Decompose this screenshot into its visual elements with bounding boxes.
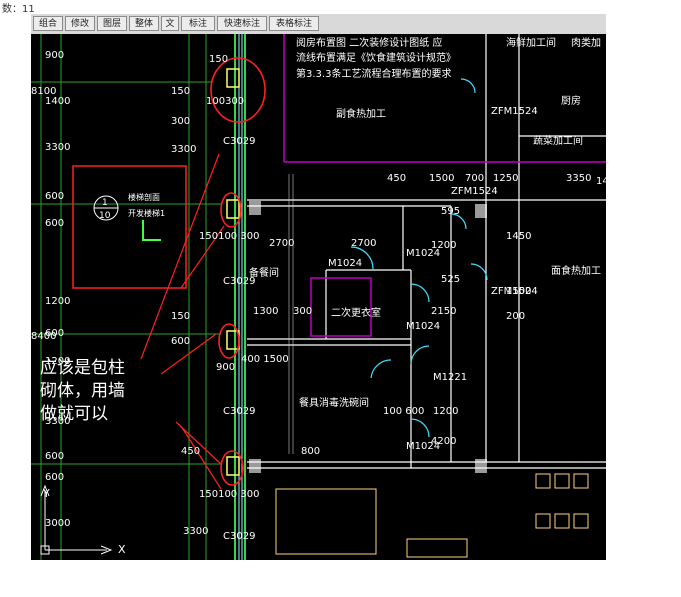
dim-100-600: 100 600 — [383, 406, 424, 417]
left-big-dim-2: 8400 — [31, 331, 56, 342]
toolbar-button-dimension[interactable]: 标注 — [181, 16, 215, 31]
note-line-1: 阅房布置图 二次装修设计图纸 应 — [296, 36, 442, 49]
stair-number-top: 1 — [102, 198, 108, 208]
dim-400-1500: 400 1500 — [241, 354, 289, 365]
cad-drawing: 阅房布置图 二次装修设计图纸 应 流线布置满足《饮食建筑设计规范》 第3.3.3… — [31, 34, 606, 560]
dim-200: 200 — [506, 311, 525, 322]
room-sub-food: 副食热加工 — [336, 107, 386, 120]
toolbar-button-table-dimension[interactable]: 表格标注 — [269, 16, 319, 31]
door-m1024-a: M1024 — [328, 258, 362, 269]
stair-number-bottom: 10 — [99, 211, 111, 221]
note-line-3: 第3.3.3条工艺流程合理布置的要求 — [296, 67, 451, 80]
dim-150-c: 150 — [171, 311, 190, 322]
dim-100300: 100300 — [206, 96, 244, 107]
dim-2700-a: 2700 — [269, 238, 294, 249]
stair-label-1: 楼梯剖面 — [128, 192, 160, 202]
left-big-dim-1: 8100 — [31, 86, 56, 97]
left-dim-12: 3300 — [183, 526, 208, 537]
left-dim-2: 1400 — [45, 96, 70, 107]
dim-700: 700 — [465, 173, 484, 184]
left-dim-3: 3300 — [45, 142, 70, 153]
room-veg: 蔬菜加工间 — [533, 134, 583, 147]
dim-150-a: 150 — [209, 54, 228, 65]
dim-450-b: 450 — [181, 446, 200, 457]
left-dim-5: 600 — [45, 218, 64, 229]
dim-300-d: 300 — [293, 306, 312, 317]
dim-1450: 1450 — [506, 231, 531, 242]
room-cold: 海鲜加工间 — [506, 36, 556, 49]
dim-150100300-a: 150100 300 — [199, 231, 259, 242]
toolbar-button-layer[interactable]: 图层 — [97, 16, 127, 31]
door-zfm1524-a: ZFM1524 — [451, 186, 498, 197]
dim-1200-b: 1200 — [433, 406, 458, 417]
dim-1500-a: 1500 — [429, 173, 454, 184]
count-status: 数：11 — [2, 4, 35, 15]
stair-label-2: 开发楼梯1 — [128, 208, 165, 218]
dim-525: 525 — [441, 274, 460, 285]
left-dim-1: 900 — [45, 50, 64, 61]
door-m1024-c: M1024 — [406, 321, 440, 332]
toolbar-button-group[interactable]: 组合 — [33, 16, 63, 31]
dim-2150: 2150 — [431, 306, 456, 317]
toolbar-button-quick-dimension[interactable]: 快速标注 — [217, 16, 267, 31]
toolbar-button-text[interactable]: 文 — [161, 16, 179, 31]
dim-800: 800 — [301, 446, 320, 457]
dim-600-a: 600 — [171, 336, 190, 347]
annotation-note: 应该是包柱砌体，用墙做就可以 — [40, 358, 125, 424]
room-pastry: 面食热加工 — [551, 264, 601, 277]
room-kitchen: 厨房 — [561, 94, 581, 107]
left-dim-11: 3000 — [45, 518, 70, 529]
dim-595: 595 — [441, 206, 460, 217]
toolbar-button-whole[interactable]: 整体 — [129, 16, 159, 31]
note-line-2: 流线布置满足《饮食建筑设计规范》 — [296, 51, 456, 64]
room-changing: 二次更衣室 — [331, 306, 381, 319]
dim-1300: 1300 — [253, 306, 278, 317]
cad-canvas[interactable]: 阅房布置图 二次装修设计图纸 应 流线布置满足《饮食建筑设计规范》 第3.3.3… — [31, 34, 606, 560]
dim-4200: 4200 — [431, 436, 456, 447]
dim-3350: 3350 — [566, 173, 591, 184]
room-dry: 肉类加 — [571, 36, 601, 49]
dim-1500-b: 1500 — [506, 286, 531, 297]
dim-1200-a: 1200 — [431, 240, 456, 251]
room-wash: 餐具消毒洗碗间 — [299, 396, 369, 409]
dim-150-b: 150 — [171, 86, 190, 97]
pillar-label-3: C3029 — [223, 406, 255, 417]
left-dim-10: 600 — [45, 472, 64, 483]
left-dim-4: 600 — [45, 191, 64, 202]
door-m1221: M1221 — [433, 372, 467, 383]
pillar-label-2: C3029 — [223, 276, 255, 287]
dim-2700-b: 2700 — [351, 238, 376, 249]
door-zfm1524-b: ZFM1524 — [491, 106, 538, 117]
pillar-label-1: C3029 — [223, 136, 255, 147]
dim-3300: 3300 — [171, 144, 196, 155]
toolbar-button-modify[interactable]: 修改 — [65, 16, 95, 31]
dim-300-a: 300 — [171, 116, 190, 127]
dim-1400: 1400 — [596, 176, 606, 187]
x-axis-label: X — [118, 543, 126, 556]
dim-1250: 1250 — [493, 173, 518, 184]
left-dim-6: 1200 — [45, 296, 70, 307]
dim-900: 900 — [216, 362, 235, 373]
toolbar: 组合 修改 图层 整体 文 标注 快速标注 表格标注 — [31, 14, 606, 34]
dim-450-a: 450 — [387, 173, 406, 184]
left-dim-9: 600 — [45, 451, 64, 462]
pillar-label-4: C3029 — [223, 531, 255, 542]
y-axis-label: Y — [43, 487, 50, 500]
dim-150100300-b: 150100 300 — [199, 489, 259, 500]
